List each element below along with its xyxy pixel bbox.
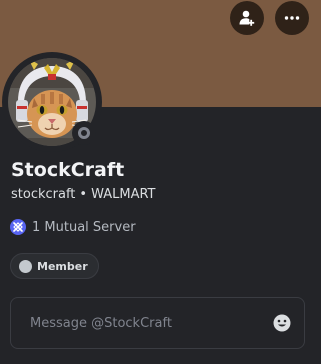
role-pill[interactable]: Member <box>10 253 99 279</box>
mutual-servers-link[interactable]: 1 Mutual Server <box>10 219 136 235</box>
add-friend-icon <box>239 10 255 26</box>
separator: • <box>79 187 88 202</box>
username-line: stockcraft • WALMART <box>11 187 156 202</box>
display-name[interactable]: StockCraft <box>11 159 124 181</box>
emoji-icon <box>273 314 291 332</box>
mutual-servers-label: 1 Mutual Server <box>32 219 136 235</box>
role-label: Member <box>37 259 88 273</box>
message-box <box>10 297 305 349</box>
offline-status-icon <box>78 127 90 139</box>
username[interactable]: stockcraft <box>11 187 75 202</box>
status-indicator <box>72 121 96 145</box>
server-tag[interactable]: WALMART <box>91 187 155 202</box>
server-icon <box>10 219 26 235</box>
more-icon <box>284 16 300 20</box>
more-options-button[interactable] <box>275 1 309 35</box>
user-profile-popout: StockCraft stockcraft • WALMART 1 Mutual S… <box>0 0 321 364</box>
emoji-button[interactable] <box>272 313 292 333</box>
add-friend-button[interactable] <box>230 1 264 35</box>
message-input[interactable] <box>28 314 272 332</box>
role-color-dot <box>19 259 32 273</box>
